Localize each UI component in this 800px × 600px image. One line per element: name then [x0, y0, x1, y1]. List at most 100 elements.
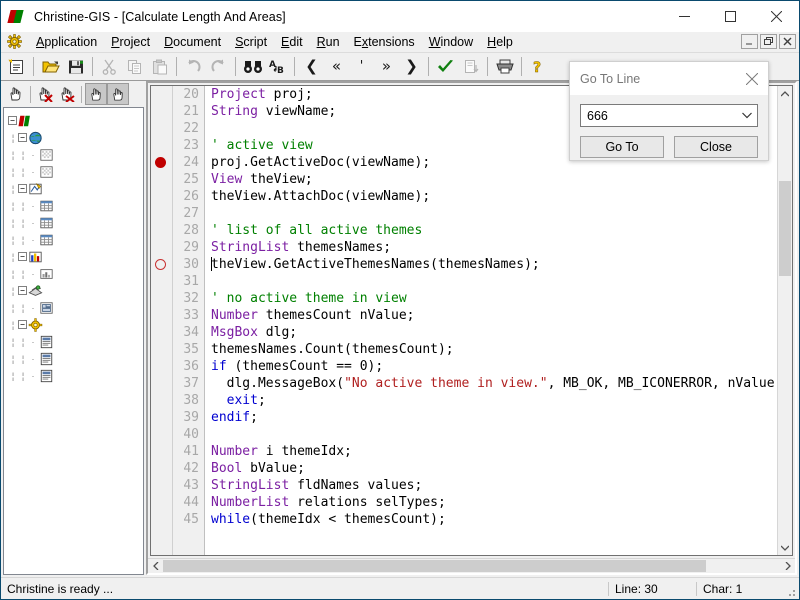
menu-item-extensions[interactable]: Extensions: [347, 33, 422, 52]
tree-expander[interactable]: −: [18, 252, 27, 261]
hand-drag-tool-button[interactable]: [107, 83, 129, 105]
copy-button[interactable]: [122, 55, 147, 79]
print-button[interactable]: [492, 55, 517, 79]
hand-delete-tool-button[interactable]: [34, 83, 56, 105]
scroll-left-arrow[interactable]: [148, 559, 163, 573]
compile-button[interactable]: [433, 55, 458, 79]
open-button[interactable]: [38, 55, 63, 79]
code-line[interactable]: if (themesCount == 0);: [211, 358, 777, 375]
code-line[interactable]: StringList fldNames values;: [211, 477, 777, 494]
hand-remove-tool-button[interactable]: [56, 83, 78, 105]
close-button[interactable]: Close: [674, 136, 758, 158]
redo-button[interactable]: [206, 55, 231, 79]
menu-item-window[interactable]: Window: [422, 33, 480, 52]
tree-item-populatio[interactable]: ¦ ¦ ·: [8, 265, 143, 282]
line-number-combobox[interactable]: 666: [580, 104, 758, 127]
forward-button[interactable]: »: [374, 55, 399, 79]
code-line[interactable]: ' list of all active themes: [211, 222, 777, 239]
replace-button[interactable]: A B: [265, 55, 290, 79]
code-line[interactable]: theView.GetActiveThemesNames(themesNames…: [211, 256, 777, 273]
close-icon[interactable]: [735, 62, 768, 95]
resize-grip-icon[interactable]: [785, 578, 799, 600]
minimize-button[interactable]: [661, 1, 707, 32]
scroll-up-arrow[interactable]: [778, 86, 792, 101]
tree-item-set-windo[interactable]: ¦ ¦ ·: [8, 350, 143, 367]
horizontal-scroll-thumb[interactable]: [163, 560, 706, 572]
menu-item-application[interactable]: Application: [29, 33, 104, 52]
breakpoint-marker[interactable]: [155, 157, 166, 168]
code-line[interactable]: View theView;: [211, 171, 777, 188]
code-line[interactable]: themesNames.Count(themesCount);: [211, 341, 777, 358]
menu-item-document[interactable]: Document: [157, 33, 228, 52]
code-line[interactable]: ' no active theme in view: [211, 290, 777, 307]
menu-item-script[interactable]: Script: [228, 33, 274, 52]
horizontal-scroll-track[interactable]: [163, 559, 780, 573]
close-button[interactable]: [753, 1, 799, 32]
vertical-scroll-track[interactable]: [778, 101, 792, 540]
mdi-restore-button[interactable]: [760, 34, 777, 49]
code-line[interactable]: NumberList relations selTypes;: [211, 494, 777, 511]
tree-expander[interactable]: −: [18, 320, 27, 329]
new-script-button[interactable]: [4, 55, 29, 79]
help-button[interactable]: ?: [526, 55, 551, 79]
code-line[interactable]: exit;: [211, 392, 777, 409]
code-line[interactable]: while(themeIdx < themesCount);: [211, 511, 777, 528]
code-line[interactable]: Bool bValue;: [211, 460, 777, 477]
code-line[interactable]: endif;: [211, 409, 777, 426]
mdi-close-button[interactable]: [779, 34, 796, 49]
tree-expander[interactable]: −: [18, 133, 27, 142]
hand-grab-tool-button[interactable]: [85, 83, 107, 105]
mdi-minimize-button[interactable]: [741, 34, 758, 49]
tree-item-charts[interactable]: ¦ −: [8, 248, 143, 265]
tree-expander[interactable]: −: [8, 116, 17, 125]
menu-item-run[interactable]: Run: [310, 33, 347, 52]
tree-expander[interactable]: −: [18, 184, 27, 193]
code-line[interactable]: Number themesCount nValue;: [211, 307, 777, 324]
export-list-button[interactable]: [458, 55, 483, 79]
editor-horizontal-scrollbar[interactable]: [148, 558, 795, 573]
tree-item-www-img-en-cri[interactable]: −: [8, 112, 143, 129]
scroll-down-arrow[interactable]: [778, 540, 792, 555]
tree-item-set-world[interactable]: ¦ ¦ ·: [8, 367, 143, 384]
editor-vertical-scrollbar[interactable]: [777, 86, 792, 555]
tree-item-calculate[interactable]: ¦ ¦ ·: [8, 333, 143, 350]
find-button[interactable]: [240, 55, 265, 79]
tree-item-layouts[interactable]: ¦ −: [8, 282, 143, 299]
project-tree-panel[interactable]: − ¦ − ¦ ¦ · ¦ ¦ · ¦ − ¦ ¦ · ¦ ¦ · ¦ ¦ · ¦ − ¦ ¦ · ¦ − ¦ ¦ · ¦ − ¦ ¦ · ¦ ¦ · ¦ ¦…: [3, 107, 144, 575]
breakpoint-gutter[interactable]: [151, 86, 173, 555]
code-line[interactable]: [211, 273, 777, 290]
vertical-scroll-thumb[interactable]: [779, 181, 791, 276]
code-line[interactable]: dlg.MessageBox("No active theme in view.…: [211, 375, 777, 392]
tree-item-scripts[interactable]: ¦ −: [8, 316, 143, 333]
tree-item-attributes[interactable]: ¦ ¦ ·: [8, 197, 143, 214]
paste-button[interactable]: [147, 55, 172, 79]
step-forward-button[interactable]: ❯: [399, 55, 424, 79]
scroll-right-arrow[interactable]: [780, 559, 795, 573]
code-line[interactable]: Number i themeIdx;: [211, 443, 777, 460]
menu-item-edit[interactable]: Edit: [274, 33, 310, 52]
save-button[interactable]: [63, 55, 88, 79]
code-line[interactable]: theView.AttachDoc(viewName);: [211, 188, 777, 205]
step-back-button[interactable]: ❮: [299, 55, 324, 79]
menu-item-help[interactable]: Help: [480, 33, 520, 52]
undo-button[interactable]: [181, 55, 206, 79]
mark-button[interactable]: ': [349, 55, 374, 79]
cut-button[interactable]: [97, 55, 122, 79]
tree-item-world[interactable]: ¦ ¦ ·: [8, 163, 143, 180]
code-line[interactable]: MsgBox dlg;: [211, 324, 777, 341]
menu-item-project[interactable]: Project: [104, 33, 157, 52]
tree-item-layout-1[interactable]: ¦ ¦ ·: [8, 299, 143, 316]
code-line[interactable]: StringList themesNames;: [211, 239, 777, 256]
tree-expander[interactable]: −: [18, 286, 27, 295]
breakpoint-marker[interactable]: [155, 259, 166, 270]
go-to-button[interactable]: Go To: [580, 136, 664, 158]
tree-item-kraje-dbf[interactable]: ¦ ¦ ·: [8, 231, 143, 248]
tree-item-attributes[interactable]: ¦ ¦ ·: [8, 214, 143, 231]
code-line[interactable]: [211, 426, 777, 443]
pan-tool-button[interactable]: [5, 83, 27, 105]
chevron-down-icon[interactable]: [737, 105, 757, 126]
rewind-button[interactable]: «: [324, 55, 349, 79]
tree-item-view-1[interactable]: ¦ ¦ ·: [8, 146, 143, 163]
code-line[interactable]: [211, 205, 777, 222]
tree-item-views[interactable]: ¦ −: [8, 129, 143, 146]
